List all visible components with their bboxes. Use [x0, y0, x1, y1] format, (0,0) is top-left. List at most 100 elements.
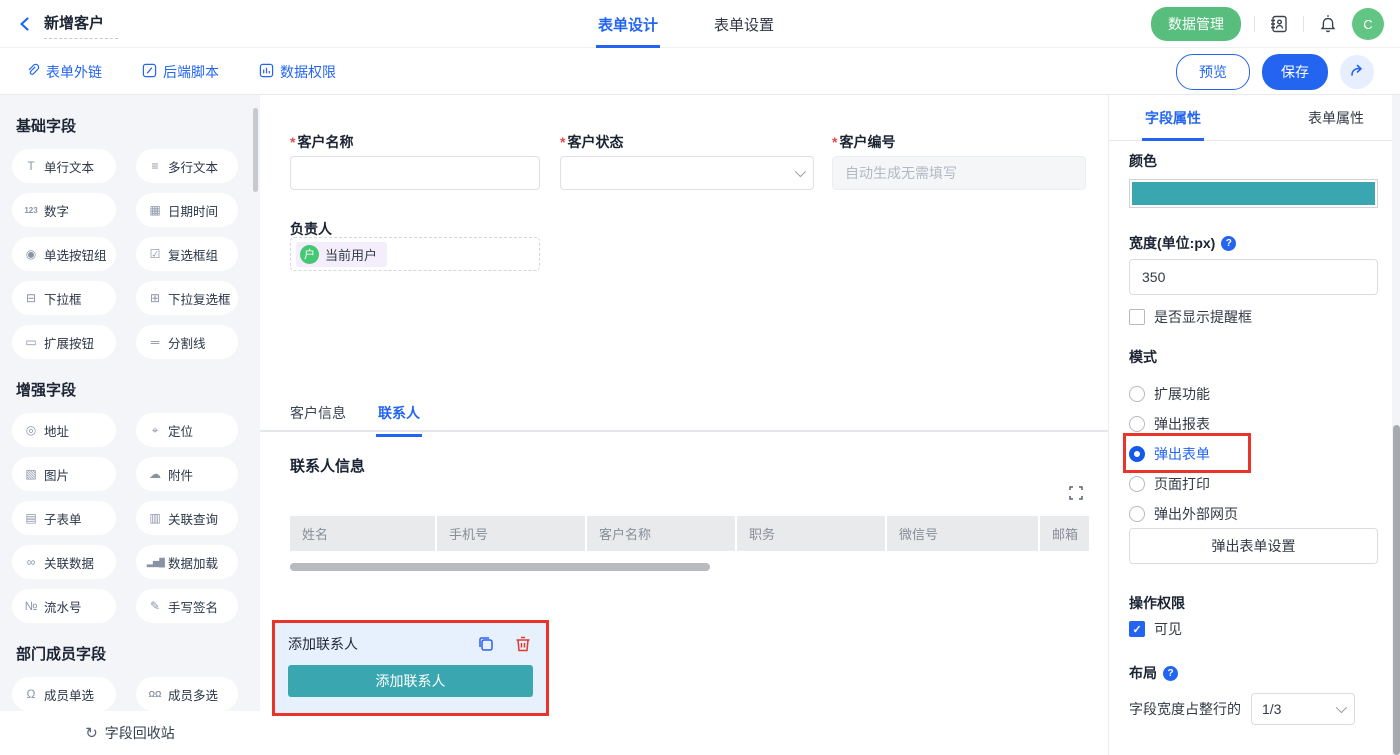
radio-icon[interactable]	[1129, 416, 1145, 432]
tab-form-properties[interactable]: 表单属性	[1308, 95, 1364, 140]
subform-icon: ▤	[23, 511, 39, 525]
dropdown-icon: ⊟	[23, 291, 39, 305]
color-label: 颜色	[1129, 151, 1157, 171]
subform-column-header: 客户名称	[587, 516, 735, 551]
bell-icon[interactable]	[1317, 13, 1339, 35]
radio-icon[interactable]	[1129, 506, 1145, 522]
field-recycle-bin[interactable]: ↻ 字段回收站	[0, 711, 260, 755]
data-manage-button[interactable]: 数据管理	[1151, 7, 1241, 41]
add-contact-button[interactable]: 添加联系人	[288, 665, 533, 697]
tab-divider	[260, 430, 1108, 432]
fullscreen-icon[interactable]	[1068, 485, 1084, 501]
sidebar-scrollbar[interactable]	[253, 108, 258, 192]
delete-icon[interactable]	[513, 634, 533, 654]
sidebar-section-title: 部门成员字段	[16, 643, 248, 664]
image-icon: ▧	[23, 467, 39, 481]
radio-icon[interactable]	[1129, 476, 1145, 492]
mode-radio-1[interactable]: 扩展功能	[1129, 383, 1210, 405]
popup-form-settings-button[interactable]: 弹出表单设置	[1129, 528, 1378, 564]
layout-width-select[interactable]: 1/3	[1251, 693, 1355, 725]
sidebar-item-divider[interactable]: ═分割线	[136, 325, 238, 359]
radio-icon[interactable]	[1129, 386, 1145, 402]
subform-column-header: 手机号	[437, 516, 585, 551]
sidebar-item-member-multi[interactable]: ΩΩ成员多选	[136, 677, 238, 711]
mode-radio-2[interactable]: 弹出报表	[1129, 413, 1210, 435]
tab-form-design[interactable]: 表单设计	[598, 0, 658, 48]
checkbox-group-icon: ☑	[147, 247, 163, 261]
horizontal-scrollbar[interactable]	[290, 563, 710, 571]
user-avatar[interactable]: C	[1352, 8, 1384, 40]
page-title[interactable]: 新增客户	[44, 10, 118, 39]
sidebar-item-radio-group[interactable]: ◉单选按钮组	[12, 237, 116, 271]
customer-name-input[interactable]	[290, 156, 540, 190]
sidebar-item-member-single[interactable]: Ω成员单选	[12, 677, 116, 711]
sidebar-item-dropdown-multi[interactable]: ⊞下拉复选框	[136, 281, 238, 315]
current-user-tag[interactable]: 户 当前用户	[296, 242, 387, 267]
sidebar-item-address[interactable]: ◎地址	[12, 413, 116, 447]
mode-radio-4[interactable]: 页面打印	[1129, 473, 1210, 495]
share-button[interactable]	[1340, 55, 1374, 89]
show-tip-checkbox-row[interactable]: 是否显示提醒框	[1129, 307, 1252, 327]
data-permission-icon	[259, 63, 274, 81]
docs-icon[interactable]	[1268, 13, 1290, 35]
related-query-icon: ▥	[147, 511, 163, 525]
help-icon[interactable]: ?	[1163, 666, 1178, 681]
tab-form-settings[interactable]: 表单设置	[714, 0, 774, 48]
field-label-customer-name: 客户名称	[290, 132, 540, 152]
member-multi-icon: ΩΩ	[147, 690, 163, 699]
back-icon[interactable]	[16, 15, 34, 33]
sidebar-item-checkbox-group[interactable]: ☑复选框组	[136, 237, 238, 271]
divider-icon: ═	[147, 335, 163, 349]
toolbar-link-link[interactable]: 表单外链	[25, 62, 102, 82]
sidebar-item-dropdown[interactable]: ⊟下拉框	[12, 281, 116, 315]
sidebar-item-signature[interactable]: ✎手写签名	[136, 589, 238, 623]
sidebar-item-attachment[interactable]: ☁附件	[136, 457, 238, 491]
layout-row-label: 字段宽度占整行的	[1129, 699, 1241, 719]
toolbar-link-data-permission[interactable]: 数据权限	[259, 62, 336, 82]
sidebar-item-single-line-text[interactable]: T单行文本	[12, 149, 116, 183]
preview-button[interactable]: 预览	[1176, 54, 1250, 90]
sidebar-item-related-data[interactable]: ∞关联数据	[12, 545, 116, 579]
window-scrollbar-thumb[interactable]	[1393, 425, 1400, 755]
help-icon[interactable]: ?	[1221, 236, 1236, 251]
mode-radio-5[interactable]: 弹出外部网页	[1129, 503, 1238, 525]
toolbar-link-script[interactable]: 后端脚本	[142, 62, 219, 82]
divider	[1254, 16, 1255, 32]
save-button[interactable]: 保存	[1262, 54, 1328, 90]
customer-no-input[interactable]: 自动生成无需填写	[832, 156, 1086, 190]
owner-field[interactable]: 户 当前用户	[290, 237, 540, 271]
sidebar-item-multi-line-text[interactable]: ≡多行文本	[136, 149, 238, 183]
form-canvas: 客户名称 客户状态 客户编号 自动生成无需填写 负责人 户 当前用户 客户信息 …	[260, 95, 1108, 755]
subform-column-header: 姓名	[290, 516, 435, 551]
customer-status-select[interactable]	[560, 156, 814, 190]
data-load-icon: ▂▅█	[147, 558, 163, 567]
window-scrollbar[interactable]	[1392, 95, 1400, 755]
sidebar-item-related-query[interactable]: ▥关联查询	[136, 501, 238, 535]
checkbox-icon[interactable]	[1129, 309, 1145, 325]
sidebar-item-extend-button[interactable]: ▭扩展按钮	[12, 325, 116, 359]
attachment-icon: ☁	[147, 467, 163, 481]
mode-label: 模式	[1129, 347, 1157, 367]
add-contact-field-selected[interactable]: 添加联系人 添加联系人	[272, 620, 549, 716]
sidebar-item-data-load[interactable]: ▂▅█数据加载	[136, 545, 238, 579]
sidebar-item-datetime[interactable]: ▦日期时间	[136, 193, 238, 227]
sidebar-item-position[interactable]: ⌖定位	[136, 413, 238, 447]
sidebar-section-title: 基础字段	[16, 115, 248, 136]
divider	[1303, 16, 1304, 32]
add-contact-label: 添加联系人	[288, 634, 459, 654]
chevron-down-icon	[1336, 702, 1347, 713]
sidebar-item-image[interactable]: ▧图片	[12, 457, 116, 491]
width-input[interactable]: 350	[1129, 259, 1378, 295]
extend-button-icon: ▭	[23, 335, 39, 349]
form-designer-app: 新增客户 表单设计 表单设置 数据管理	[0, 0, 1400, 755]
sidebar-item-subform[interactable]: ▤子表单	[12, 501, 116, 535]
sidebar-item-number[interactable]: 123数字	[12, 193, 116, 227]
permission-label: 操作权限	[1129, 593, 1185, 613]
subform-column-header: 职务	[737, 516, 885, 551]
tab-field-properties[interactable]: 字段属性	[1145, 95, 1201, 140]
checkbox-checked-icon[interactable]	[1129, 621, 1145, 637]
copy-icon[interactable]	[476, 634, 496, 654]
sidebar-item-serial-number[interactable]: №流水号	[12, 589, 116, 623]
color-swatch[interactable]	[1129, 179, 1378, 208]
visible-checkbox-row[interactable]: 可见	[1129, 619, 1182, 639]
